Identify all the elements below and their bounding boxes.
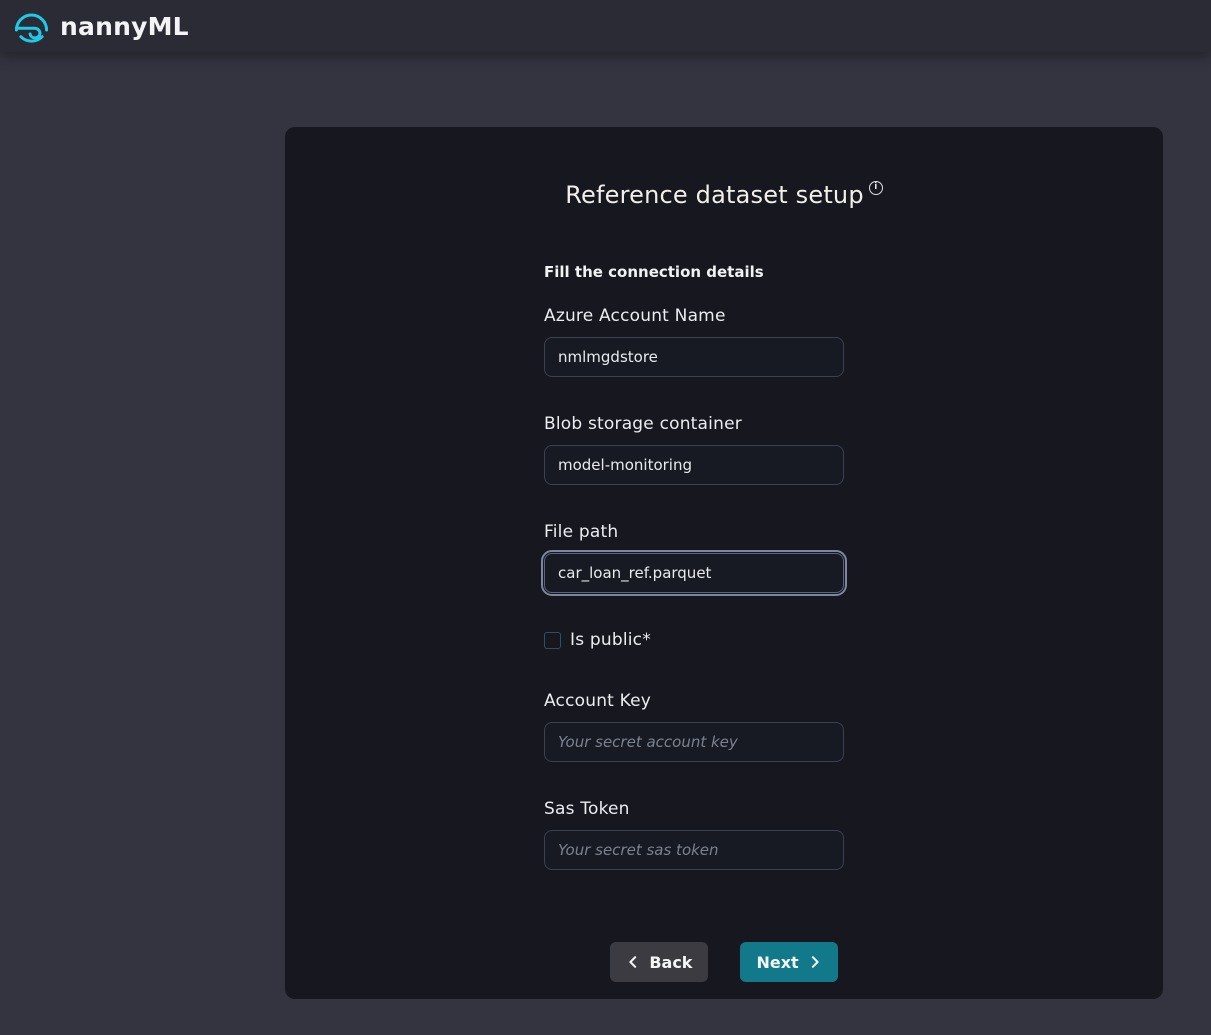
section-heading: Fill the connection details — [544, 263, 764, 281]
account-key-label: Account Key — [544, 691, 652, 711]
chevron-left-icon — [629, 956, 637, 968]
card-title-row: Reference dataset setup i — [285, 179, 1163, 214]
page-title: Reference dataset setup — [565, 181, 864, 209]
account-key-input[interactable] — [544, 722, 844, 762]
next-button-label: Next — [756, 952, 799, 972]
next-button[interactable]: Next — [740, 942, 838, 982]
wizard-navigation-buttons: Back Next — [285, 942, 1163, 982]
connection-form: Fill the connection details Azure Accoun… — [541, 262, 847, 870]
file-path-label: File path — [544, 522, 619, 542]
nannyml-logo[interactable]: nannyML — [12, 7, 189, 46]
field-blob-storage-container: Blob storage container — [544, 412, 844, 485]
blob-storage-container-label: Blob storage container — [544, 414, 742, 434]
brand-name: nannyML — [60, 11, 189, 41]
top-navigation-bar: nannyML — [0, 0, 1211, 52]
field-file-path: File path — [541, 520, 847, 596]
azure-account-name-input[interactable] — [544, 337, 844, 377]
sas-token-input[interactable] — [544, 830, 844, 870]
field-account-key: Account Key — [544, 689, 844, 762]
is-public-checkbox[interactable] — [544, 631, 561, 649]
field-sas-token: Sas Token — [544, 797, 844, 870]
chevron-right-icon — [811, 956, 819, 968]
is-public-row: Is public* — [544, 628, 844, 652]
blob-storage-container-input[interactable] — [544, 445, 844, 485]
back-button[interactable]: Back — [610, 942, 709, 982]
field-azure-account-name: Azure Account Name — [544, 304, 844, 377]
reference-dataset-setup-card: Reference dataset setup i Fill the connec… — [285, 127, 1163, 999]
file-path-input[interactable] — [541, 550, 847, 596]
sas-token-label: Sas Token — [544, 799, 630, 819]
info-icon[interactable]: i — [868, 180, 883, 195]
back-button-label: Back — [649, 952, 693, 972]
azure-account-name-label: Azure Account Name — [544, 306, 726, 326]
is-public-label: Is public* — [570, 630, 651, 650]
nannyml-logo-icon — [14, 13, 49, 43]
